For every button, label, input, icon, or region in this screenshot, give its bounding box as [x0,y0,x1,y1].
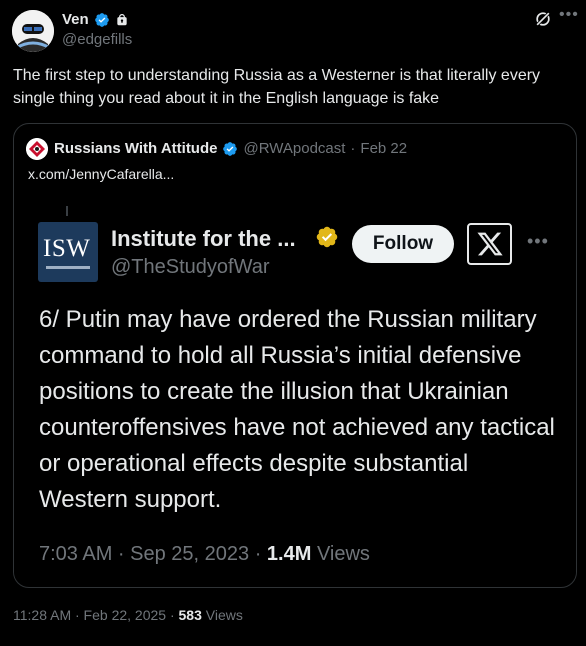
isw-name: Institute for the ... [111,226,296,251]
isw-handle: @TheStudyofWar [111,256,270,278]
gold-verified-badge-icon [316,226,338,248]
grok-icon[interactable] [533,9,553,29]
lock-icon [117,13,127,25]
thread-line [66,206,68,216]
more-icon[interactable]: ••• [559,6,579,24]
isw-logo-text: ISW [43,235,91,262]
quote-link[interactable]: x.com/JennyCafarella... [28,166,174,182]
isw-meta: 7:03 AM · Sep 25, 2023 · 1.4M Views [39,543,370,566]
tweet-text: The first step to understanding Russia a… [13,67,541,107]
tweet-time[interactable]: 11:28 AM · Feb 22, 2025 · [13,607,179,623]
isw-logo-stripe [46,266,90,269]
author-avatar[interactable] [12,10,54,52]
isw-views-label: Views [311,543,370,565]
quote-header: Russians With Attitude @RWApodcast · Feb… [54,140,407,157]
author-name[interactable]: Ven [62,11,89,28]
author-name-row: Ven [62,11,129,28]
embed-more-icon: ••• [527,231,549,251]
follow-button: Follow [352,225,454,263]
x-logo-icon [467,223,512,265]
verified-badge-icon [94,12,109,27]
author-handle[interactable]: @edgefills [62,31,132,48]
tweet-views-count: 583 [178,607,202,623]
isw-views-count: 1.4M [266,543,312,565]
quote-author-handle[interactable]: @RWApodcast [243,140,345,157]
tweet-footer: 11:28 AM · Feb 22, 2025 · 583 Views [13,607,243,623]
isw-time: 7:03 AM · Sep 25, 2023 · [39,543,267,565]
verified-badge-icon [223,141,238,156]
quote-author-name[interactable]: Russians With Attitude [54,140,217,157]
isw-tweet-text: 6/ Putin may have ordered the Russian mi… [39,306,555,513]
quote-avatar[interactable] [26,138,48,160]
isw-avatar: ISW [38,222,98,282]
quote-date[interactable]: Feb 22 [360,140,407,157]
tweet-views-label: Views [201,607,243,623]
dot-separator: · [350,140,356,157]
